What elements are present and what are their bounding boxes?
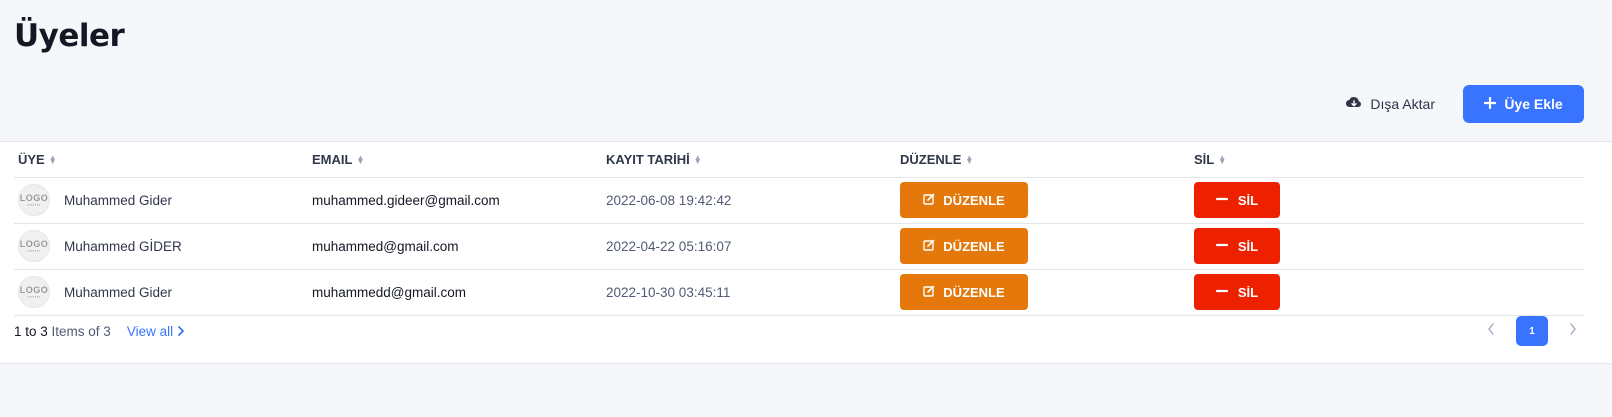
items-total: Items of 3 [51,324,111,339]
page-title: Üyeler [14,18,125,54]
plus-icon [1484,96,1497,112]
registration-date: 2022-10-30 03:45:11 [606,284,731,300]
items-range: 1 to 3 [14,324,48,339]
edit-button[interactable]: DÜZENLE [900,228,1028,264]
edit-button[interactable]: DÜZENLE [900,182,1028,218]
email-cell: muhammed@gmail.com [308,223,602,270]
next-page-button[interactable] [1562,316,1584,346]
delete-button[interactable]: SİL [1194,182,1280,218]
delete-cell: SİL [1190,223,1584,270]
header-edit-label: DÜZENLE [900,151,962,167]
edit-cell: DÜZENLE [896,223,1190,270]
table-header-row: ÜYE ▲ ▼ EMAIL ▲ ▼ KAYIT TARİHİ ▲ ▼ DÜZENLE ▲ ▼ S… [14,142,1584,178]
table-row: LOGO ▪▪▪▪▪▪▪ Muhammed Gider muhammed.gidee… [14,177,1584,224]
items-count: 1 to 3 Items of 3 [14,324,111,339]
registration-date: 2022-06-08 19:42:42 [606,192,732,208]
delete-button[interactable]: SİL [1194,228,1280,264]
sort-icon: ▲ ▼ [965,153,974,167]
header-user-label: ÜYE [18,151,45,167]
minus-icon [1215,239,1228,254]
edit-label: DÜZENLE [943,192,1005,208]
edit-cell: DÜZENLE [896,269,1190,316]
user-cell: LOGO ▪▪▪▪▪▪▪ Muhammed Gider [14,177,308,224]
page-number-button[interactable]: 1 [1516,316,1548,346]
members-panel: ÜYE ▲ ▼ EMAIL ▲ ▼ KAYIT TARİHİ ▲ ▼ DÜZENLE ▲ ▼ S… [0,141,1612,364]
export-label: Dışa Aktar [1370,96,1435,112]
minus-icon [1215,285,1228,300]
toolbar: Dışa Aktar Üye Ekle [1346,85,1584,123]
header-date[interactable]: KAYIT TARİHİ ▲ ▼ [602,142,896,178]
delete-label: SİL [1237,192,1259,208]
header-delete[interactable]: SİL ▲ ▼ [1190,142,1584,178]
member-email: muhammed@gmail.com [312,238,459,254]
registration-date: 2022-04-22 05:16:07 [606,238,732,254]
add-member-label: Üye Ekle [1504,96,1563,112]
sort-icon: ▲ ▼ [48,153,57,167]
delete-label: SİL [1237,284,1259,300]
header-edit[interactable]: DÜZENLE ▲ ▼ [896,142,1190,178]
edit-icon [923,239,935,254]
email-cell: muhammedd@gmail.com [308,269,602,316]
export-button[interactable]: Dışa Aktar [1346,85,1435,123]
add-member-button[interactable]: Üye Ekle [1463,85,1584,123]
table-footer-info: 1 to 3 Items of 3 View all [14,324,185,339]
edit-icon [923,285,935,300]
header-delete-label: SİL [1194,151,1215,167]
date-cell: 2022-06-08 19:42:42 [602,177,896,224]
edit-icon [923,193,935,208]
minus-icon [1215,193,1228,208]
delete-cell: SİL [1190,269,1584,316]
previous-page-button[interactable] [1480,316,1502,346]
cloud-download-icon [1346,95,1362,114]
edit-label: DÜZENLE [943,238,1005,254]
edit-cell: DÜZENLE [896,177,1190,224]
view-all-link[interactable]: View all [127,324,185,339]
delete-button[interactable]: SİL [1194,274,1280,310]
member-name: Muhammed Gider [64,192,173,208]
user-cell: LOGO ▪▪▪▪▪▪▪ Muhammed Gider [14,269,308,316]
chevron-left-icon [1487,322,1495,340]
table-row: LOGO ▪▪▪▪▪▪▪ Muhammed GİDER muhammed@gmail… [14,223,1584,270]
members-table: ÜYE ▲ ▼ EMAIL ▲ ▼ KAYIT TARİHİ ▲ ▼ DÜZENLE ▲ ▼ S… [14,142,1584,316]
header-email[interactable]: EMAIL ▲ ▼ [308,142,602,178]
delete-cell: SİL [1190,177,1584,224]
user-cell: LOGO ▪▪▪▪▪▪▪ Muhammed GİDER [14,223,308,270]
header-date-label: KAYIT TARİHİ [606,151,690,167]
sort-icon: ▲ ▼ [356,153,365,167]
avatar: LOGO ▪▪▪▪▪▪▪ [18,230,50,262]
member-name: Muhammed Gider [64,284,173,300]
edit-button[interactable]: DÜZENLE [900,274,1028,310]
sort-icon: ▲ ▼ [1218,153,1227,167]
chevron-right-icon [177,324,185,339]
delete-label: SİL [1237,238,1259,254]
sort-icon: ▲ ▼ [693,153,702,167]
table-row: LOGO ▪▪▪▪▪▪▪ Muhammed Gider muhammedd@gmai… [14,269,1584,316]
date-cell: 2022-04-22 05:16:07 [602,223,896,270]
avatar: LOGO ▪▪▪▪▪▪▪ [18,184,50,216]
header-user[interactable]: ÜYE ▲ ▼ [14,142,308,178]
header-email-label: EMAIL [312,151,353,167]
member-email: muhammedd@gmail.com [312,284,467,300]
pagination: 1 [1480,316,1584,346]
edit-label: DÜZENLE [943,284,1005,300]
member-email: muhammed.gideer@gmail.com [312,192,500,208]
email-cell: muhammed.gideer@gmail.com [308,177,602,224]
avatar: LOGO ▪▪▪▪▪▪▪ [18,276,50,308]
member-name: Muhammed GİDER [64,238,182,254]
view-all-label: View all [126,324,174,339]
date-cell: 2022-10-30 03:45:11 [602,269,896,316]
chevron-right-icon [1569,322,1577,340]
